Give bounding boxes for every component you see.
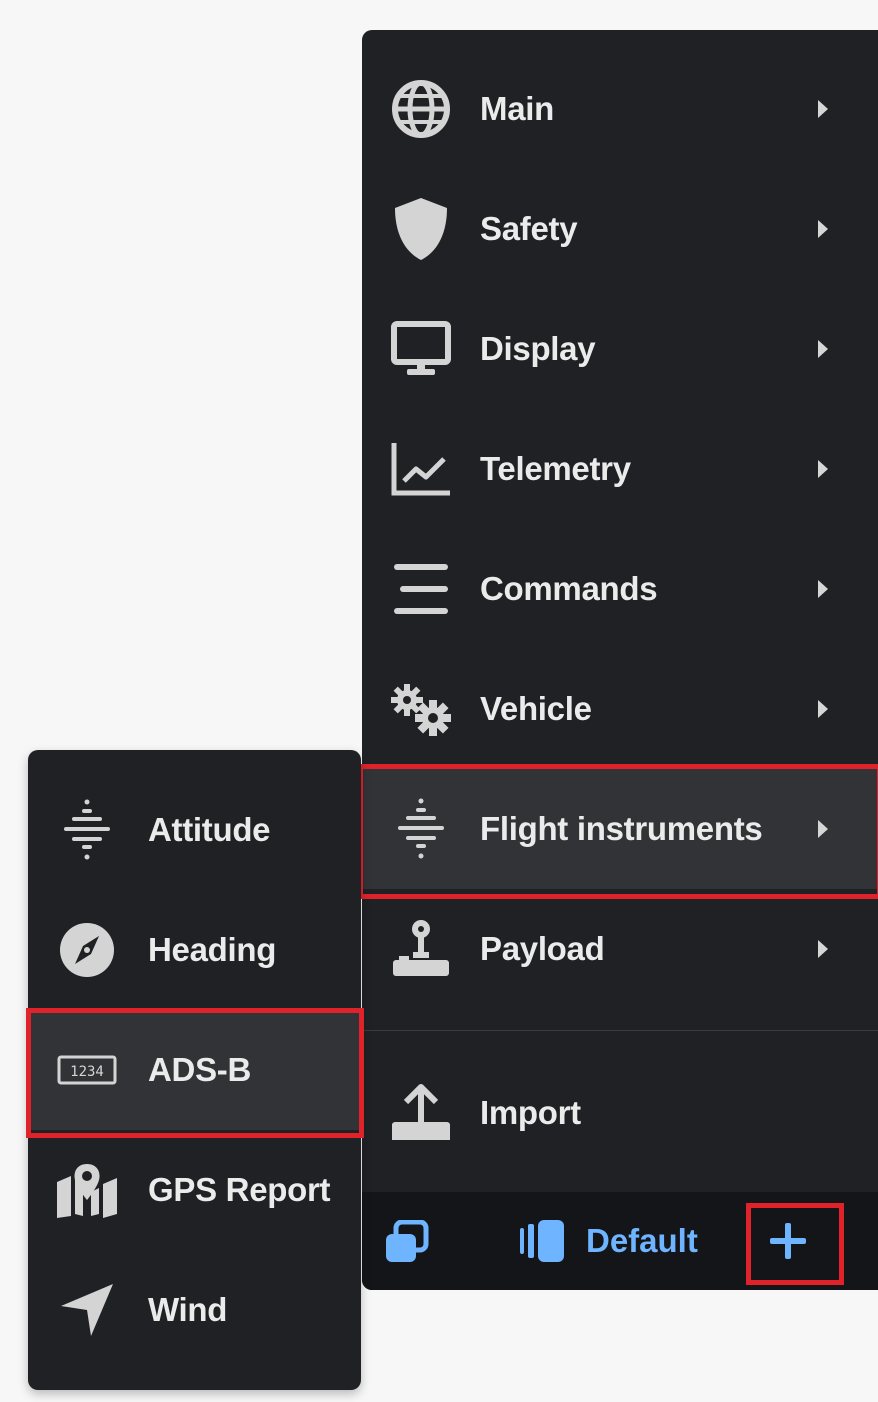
submenu-item-wind[interactable]: Wind: [28, 1250, 361, 1370]
counter-display-icon: 1234: [52, 1035, 122, 1105]
joystick-icon: [386, 914, 456, 984]
submenu-item-gps-report[interactable]: GPS Report: [28, 1130, 361, 1250]
submenu-item-attitude[interactable]: Attitude: [28, 770, 361, 890]
submenu-item-label: Wind: [148, 1291, 228, 1328]
menu-item-label: Display: [480, 330, 596, 367]
copy-layout-icon[interactable]: [382, 1219, 432, 1266]
menu-item-label: Main: [480, 90, 554, 127]
menu-item-commands[interactable]: Commands: [362, 529, 878, 649]
menu-item-vehicle[interactable]: Vehicle: [362, 649, 878, 769]
svg-text:1234: 1234: [70, 1064, 104, 1080]
menu-item-payload[interactable]: Payload: [362, 889, 878, 1009]
chevron-right-icon: [818, 940, 828, 958]
menu-item-label: Payload: [480, 930, 605, 967]
submenu-item-label: ADS-B: [148, 1051, 251, 1088]
upload-icon: [386, 1078, 456, 1148]
menu-item-label: Import: [480, 1094, 581, 1131]
menu-footer: Default: [362, 1192, 878, 1290]
submenu-item-label: Attitude: [148, 811, 271, 848]
layout-icon: [518, 1218, 568, 1264]
attitude-icon: [52, 795, 122, 865]
submenu-item-adsb[interactable]: 1234 ADS-B: [28, 1010, 361, 1130]
menu-divider: [362, 1030, 878, 1031]
gears-icon: [386, 674, 456, 744]
lines-icon: [386, 554, 456, 624]
menu-item-label: Commands: [480, 570, 658, 607]
submenu-item-label: GPS Report: [148, 1171, 331, 1208]
chevron-right-icon: [818, 700, 828, 718]
flight-instruments-submenu: Attitude Heading 1234 ADS-B GPS Report W…: [28, 750, 361, 1390]
map-marker-icon: [52, 1155, 122, 1225]
menu-item-label: Safety: [480, 210, 578, 247]
chevron-right-icon: [818, 580, 828, 598]
chart-line-icon: [386, 434, 456, 504]
compass-icon: [52, 915, 122, 985]
add-layout-button[interactable]: [750, 1214, 826, 1268]
chevron-right-icon: [818, 460, 828, 478]
globe-icon: [386, 74, 456, 144]
menu-item-flight-instruments[interactable]: Flight instruments: [362, 769, 878, 889]
monitor-icon: [386, 314, 456, 384]
plus-icon: [770, 1223, 806, 1259]
submenu-item-heading[interactable]: Heading: [28, 890, 361, 1010]
menu-item-safety[interactable]: Safety: [362, 169, 878, 289]
chevron-right-icon: [818, 340, 828, 358]
navigation-arrow-icon: [52, 1275, 122, 1345]
menu-item-import[interactable]: Import: [362, 1053, 878, 1173]
chevron-right-icon: [818, 220, 828, 238]
chevron-right-icon: [818, 100, 828, 118]
widget-menu: Main Safety Display Telemetry Commands V…: [362, 30, 878, 1290]
menu-item-main[interactable]: Main: [362, 49, 878, 169]
attitude-icon: [386, 794, 456, 864]
layout-name[interactable]: Default: [586, 1222, 698, 1260]
menu-item-label: Telemetry: [480, 450, 631, 487]
shield-icon: [386, 194, 456, 264]
menu-item-label: Vehicle: [480, 690, 592, 727]
menu-item-telemetry[interactable]: Telemetry: [362, 409, 878, 529]
chevron-right-icon: [818, 820, 828, 838]
menu-item-label: Flight instruments: [480, 810, 763, 847]
submenu-item-label: Heading: [148, 931, 277, 968]
menu-item-display[interactable]: Display: [362, 289, 878, 409]
